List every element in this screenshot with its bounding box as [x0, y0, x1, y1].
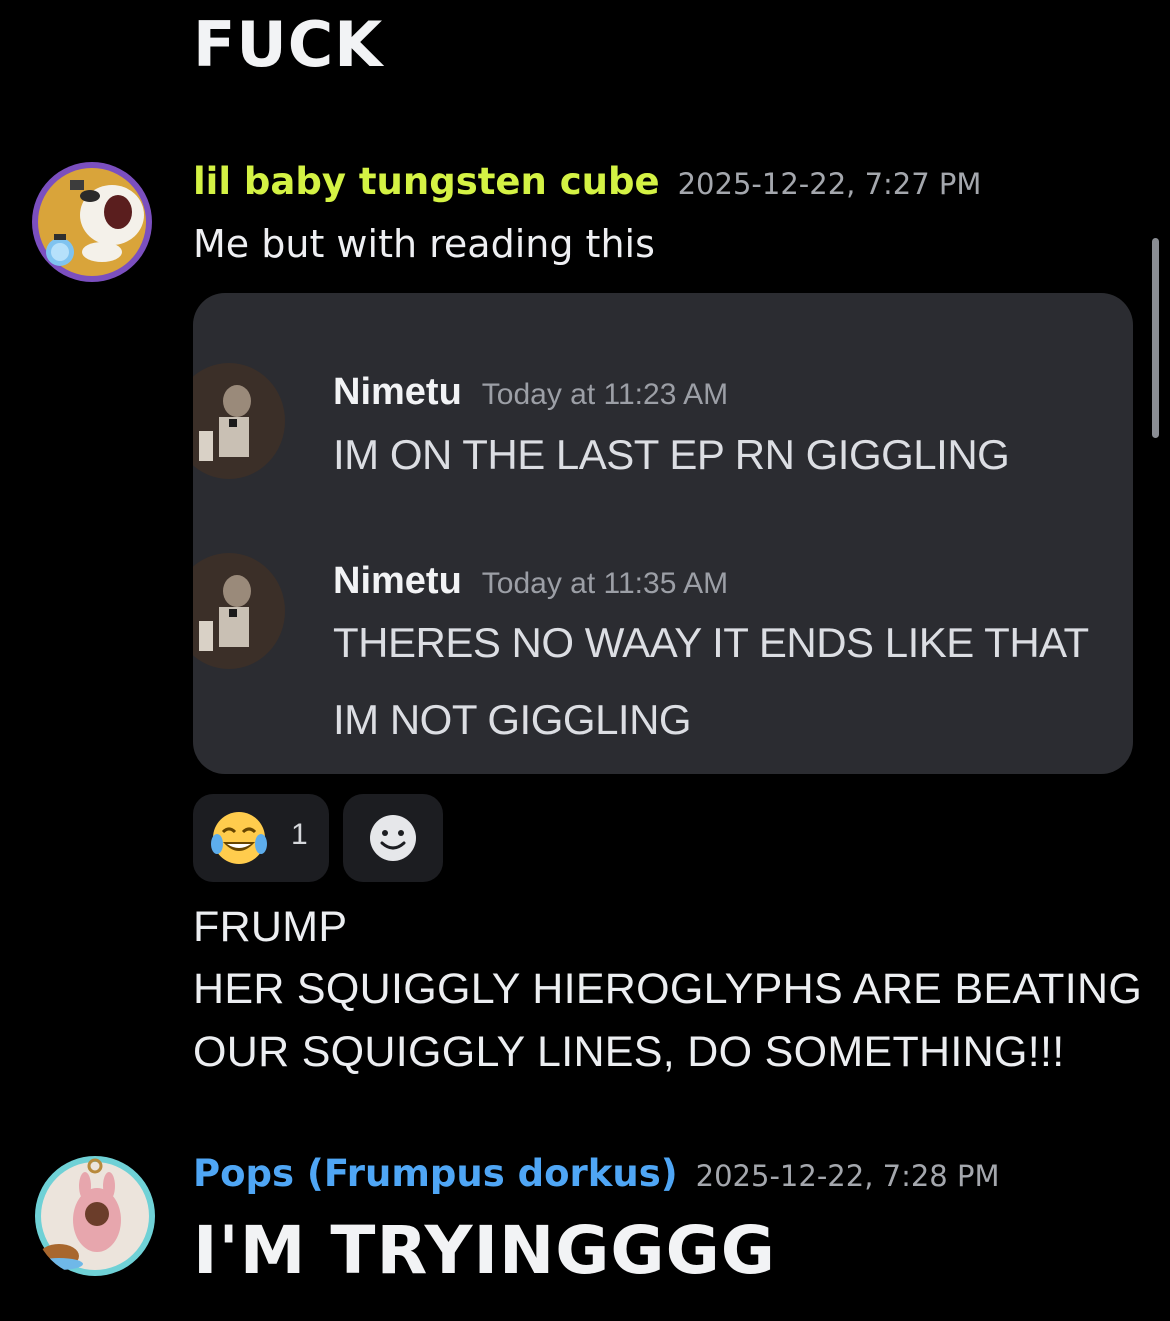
quoted-timestamp: Today at 11:35 AM — [481, 567, 729, 600]
message-header: lil baby tungsten cube 2025-12-22, 7:27 P… — [193, 160, 981, 203]
chat-view: FUCK lil baby tungsten cube 2025-12-22, 7… — [0, 0, 1170, 1321]
quoted-username: Nimetu — [333, 371, 462, 413]
quoted-message-text: THERES NO WAAY IT ENDS LIKE THAT — [333, 619, 1089, 666]
timestamp: 2025-12-22, 7:27 PM — [677, 167, 982, 201]
message-text-line: FRUMP — [193, 903, 348, 951]
timestamp: 2025-12-22, 7:28 PM — [695, 1159, 1000, 1193]
username[interactable]: Pops (Frumpus dorkus) — [193, 1152, 678, 1195]
message-text: I'M TRYINGGGG — [193, 1212, 776, 1289]
avatar-pops[interactable] — [33, 1154, 157, 1278]
screenshot-embed[interactable]: Nimetu Today at 11:23 AM IM ON THE LAST E… — [193, 293, 1133, 774]
message-text: Me but with reading this — [193, 222, 655, 266]
scrollbar[interactable] — [1152, 238, 1159, 438]
previous-message-text: FUCK — [193, 8, 384, 81]
message-header: Pops (Frumpus dorkus) 2025-12-22, 7:28 PM — [193, 1152, 999, 1195]
quoted-avatar-icon — [193, 551, 285, 669]
smiley-add-reaction-icon — [370, 815, 416, 861]
message-text-line: HER SQUIGGLY HIEROGLYPHS ARE BEATING — [193, 965, 1143, 1013]
quoted-message-text: IM NOT GIGGLING — [333, 696, 692, 743]
quoted-username: Nimetu — [333, 560, 462, 602]
reaction-count: 1 — [291, 818, 308, 851]
quoted-message-text: IM ON THE LAST EP RN GIGGLING — [333, 431, 1010, 478]
joy-emoji-icon — [211, 812, 267, 864]
avatar-lil-baby-tungsten-cube[interactable] — [30, 160, 154, 284]
quoted-message-header: Nimetu Today at 11:35 AM — [333, 560, 728, 603]
quoted-message-header: Nimetu Today at 11:23 AM — [333, 371, 728, 414]
quoted-timestamp: Today at 11:23 AM — [481, 378, 729, 411]
message-text-line: OUR SQUIGGLY LINES, DO SOMETHING!!! — [193, 1028, 1065, 1076]
reaction-joy[interactable]: 1 — [193, 794, 329, 882]
add-reaction-button[interactable] — [343, 794, 443, 882]
quoted-avatar-icon — [193, 361, 285, 479]
username[interactable]: lil baby tungsten cube — [193, 160, 660, 203]
